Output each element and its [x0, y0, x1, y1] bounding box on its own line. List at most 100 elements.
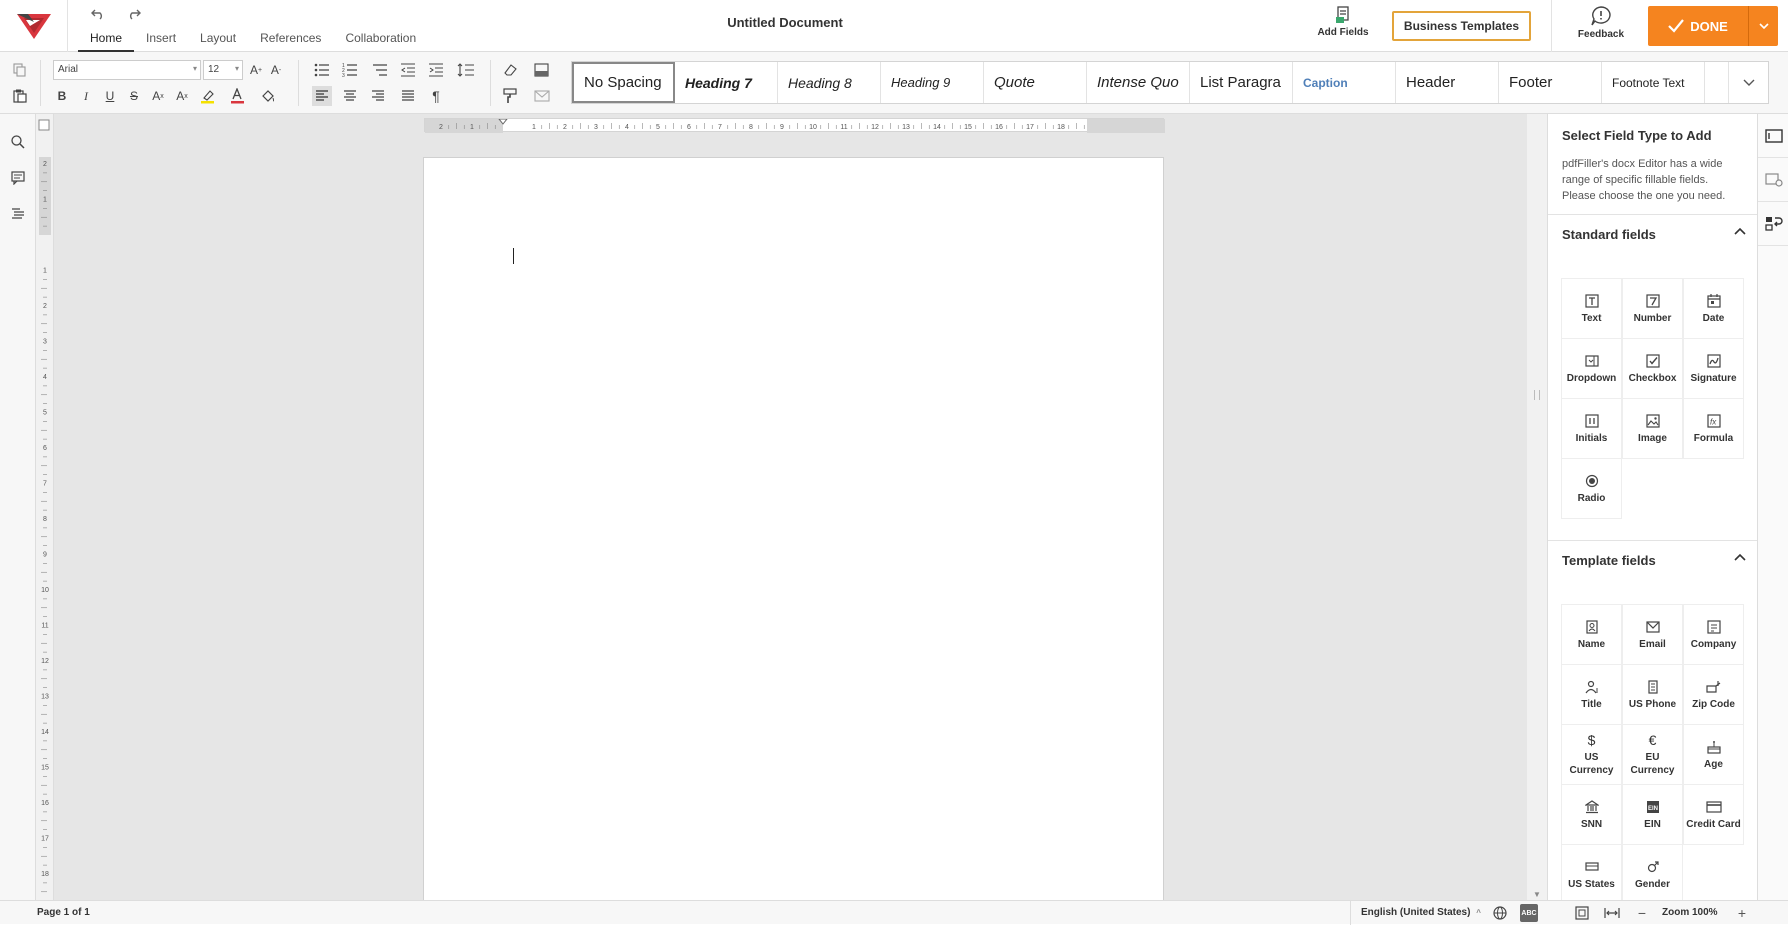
- field-age[interactable]: Age: [1683, 724, 1744, 785]
- numbered-list-icon[interactable]: 123: [340, 60, 360, 80]
- increase-indent-icon[interactable]: [426, 60, 446, 80]
- style-caption[interactable]: Caption: [1293, 62, 1396, 103]
- scroll-grip[interactable]: [1534, 390, 1540, 400]
- field-zip-code[interactable]: Zip Code: [1683, 664, 1744, 725]
- font-color-icon[interactable]: [228, 86, 248, 106]
- zoom-out-icon[interactable]: −: [1632, 903, 1652, 923]
- clear-formatting-icon[interactable]: [500, 60, 520, 80]
- standard-fields-header[interactable]: Standard fields: [1548, 214, 1757, 254]
- ruler-label: 1: [470, 124, 474, 131]
- style-intense-quote[interactable]: Intense Quo: [1087, 62, 1190, 103]
- field-label: US Phone: [1628, 698, 1677, 710]
- field-settings-icon[interactable]: [1758, 158, 1788, 202]
- field-credit-card[interactable]: Credit Card: [1683, 784, 1744, 845]
- strikethrough-icon[interactable]: S: [124, 86, 144, 106]
- business-templates-button[interactable]: Business Templates: [1392, 11, 1531, 41]
- comments-icon[interactable]: [8, 168, 28, 188]
- decrease-indent-icon[interactable]: [398, 60, 418, 80]
- paragraph-marks-icon[interactable]: ¶: [426, 86, 446, 106]
- style-footer[interactable]: Footer: [1499, 62, 1602, 103]
- style-no-spacing[interactable]: No Spacing: [572, 62, 675, 103]
- fill-color-icon[interactable]: [258, 86, 278, 106]
- globe-icon[interactable]: [1490, 903, 1510, 923]
- increase-font-icon[interactable]: A +: [246, 60, 266, 80]
- vertical-scrollbar[interactable]: ▼: [1527, 114, 1547, 900]
- fit-width-icon[interactable]: [1602, 903, 1622, 923]
- font-size-select[interactable]: 12 ▾: [203, 60, 243, 80]
- field-label: Date: [1702, 312, 1725, 324]
- template-fields-header[interactable]: Template fields: [1548, 540, 1757, 580]
- ruler-label: 18: [1057, 124, 1065, 131]
- field-radio[interactable]: Radio: [1561, 458, 1622, 519]
- field-signature[interactable]: Signature: [1683, 338, 1744, 399]
- tab-stop-selector[interactable]: [38, 119, 50, 131]
- field-name[interactable]: Name: [1561, 604, 1622, 665]
- bold-icon[interactable]: B: [52, 86, 72, 106]
- justify-icon[interactable]: [398, 86, 418, 106]
- field-text[interactable]: Text: [1561, 278, 1622, 339]
- feedback-button[interactable]: Feedback: [1568, 6, 1634, 48]
- page-color-icon[interactable]: [532, 60, 552, 80]
- underline-icon[interactable]: U: [100, 86, 120, 106]
- language-select[interactable]: English (United States) ^: [1350, 901, 1481, 925]
- style-header[interactable]: Header: [1396, 62, 1499, 103]
- field-email[interactable]: Email: [1622, 604, 1683, 665]
- field-us-currency[interactable]: $ US Currency: [1561, 724, 1622, 785]
- navigation-icon[interactable]: [8, 204, 28, 224]
- document-page[interactable]: [423, 157, 1164, 900]
- field-us-states[interactable]: US States: [1561, 844, 1622, 900]
- field-snn[interactable]: SNN: [1561, 784, 1622, 845]
- field-ein[interactable]: EIN EIN: [1622, 784, 1683, 845]
- style-heading-7[interactable]: Heading 7: [675, 62, 778, 103]
- style-quote[interactable]: Quote: [984, 62, 1087, 103]
- align-center-icon[interactable]: [340, 86, 360, 106]
- styles-expand-chevron-icon[interactable]: [1728, 62, 1768, 103]
- document-canvas[interactable]: 2 1 1 2 3 4 5 6 7 8 9 10 11 12 13 14 15 16 17 18 2112345678…: [36, 114, 1547, 900]
- copy-icon[interactable]: [10, 60, 30, 80]
- italic-icon[interactable]: I: [76, 86, 96, 106]
- mail-merge-icon[interactable]: [532, 86, 552, 106]
- superscript-icon[interactable]: Ax: [148, 86, 168, 106]
- decrease-font-icon[interactable]: A-: [266, 60, 286, 80]
- fields-panel-icon[interactable]: [1758, 114, 1788, 158]
- done-dropdown-chevron-icon[interactable]: [1748, 6, 1778, 46]
- highlight-color-icon[interactable]: [198, 86, 218, 106]
- field-checkbox[interactable]: Checkbox: [1622, 338, 1683, 399]
- subscript-icon[interactable]: Ax: [172, 86, 192, 106]
- multilevel-list-icon[interactable]: [370, 60, 390, 80]
- add-fields-button[interactable]: Add Fields: [1305, 6, 1381, 48]
- fit-page-icon[interactable]: [1572, 903, 1592, 923]
- field-us-phone[interactable]: US Phone: [1622, 664, 1683, 725]
- align-left-icon[interactable]: [312, 86, 332, 106]
- field-dropdown[interactable]: Dropdown: [1561, 338, 1622, 399]
- bullet-list-icon[interactable]: [312, 60, 332, 80]
- document-outline-icon[interactable]: [1758, 202, 1788, 246]
- field-number[interactable]: Number: [1622, 278, 1683, 339]
- search-icon[interactable]: [8, 132, 28, 152]
- style-list-paragraph[interactable]: List Paragra: [1190, 62, 1293, 103]
- horizontal-ruler[interactable]: 2 1 1 2 3 4 5 6 7 8 9 10 11 12 13 14 15 16 17 18: [424, 118, 1165, 133]
- field-eu-currency[interactable]: € EU Currency: [1622, 724, 1683, 785]
- field-initials[interactable]: Initials: [1561, 398, 1622, 459]
- name-field-icon: [1585, 619, 1599, 635]
- scroll-down-icon[interactable]: ▼: [1533, 890, 1541, 899]
- field-company[interactable]: Company: [1683, 604, 1744, 665]
- zoom-in-icon[interactable]: +: [1732, 903, 1752, 923]
- style-heading-9[interactable]: Heading 9: [881, 62, 984, 103]
- align-right-icon[interactable]: [368, 86, 388, 106]
- style-footnote-text[interactable]: Footnote Text: [1602, 62, 1705, 103]
- done-main-button[interactable]: DONE: [1648, 6, 1748, 46]
- field-gender[interactable]: Gender: [1622, 844, 1683, 900]
- font-family-select[interactable]: Arial ▾: [53, 60, 201, 80]
- paste-icon[interactable]: [10, 86, 30, 106]
- field-formula[interactable]: fx Formula: [1683, 398, 1744, 459]
- field-date[interactable]: Date: [1683, 278, 1744, 339]
- field-title[interactable]: Title: [1561, 664, 1622, 725]
- field-image[interactable]: Image: [1622, 398, 1683, 459]
- vertical-ruler[interactable]: 2 1 1 2 3 4 5 6 7 8 9 10 11 12 13 14 15 16 17 18: [36, 114, 54, 900]
- spellcheck-icon[interactable]: ABC: [1520, 904, 1538, 922]
- style-heading-8[interactable]: Heading 8: [778, 62, 881, 103]
- done-button[interactable]: DONE: [1648, 6, 1778, 46]
- line-spacing-icon[interactable]: [456, 60, 476, 80]
- format-painter-icon[interactable]: [500, 86, 520, 106]
